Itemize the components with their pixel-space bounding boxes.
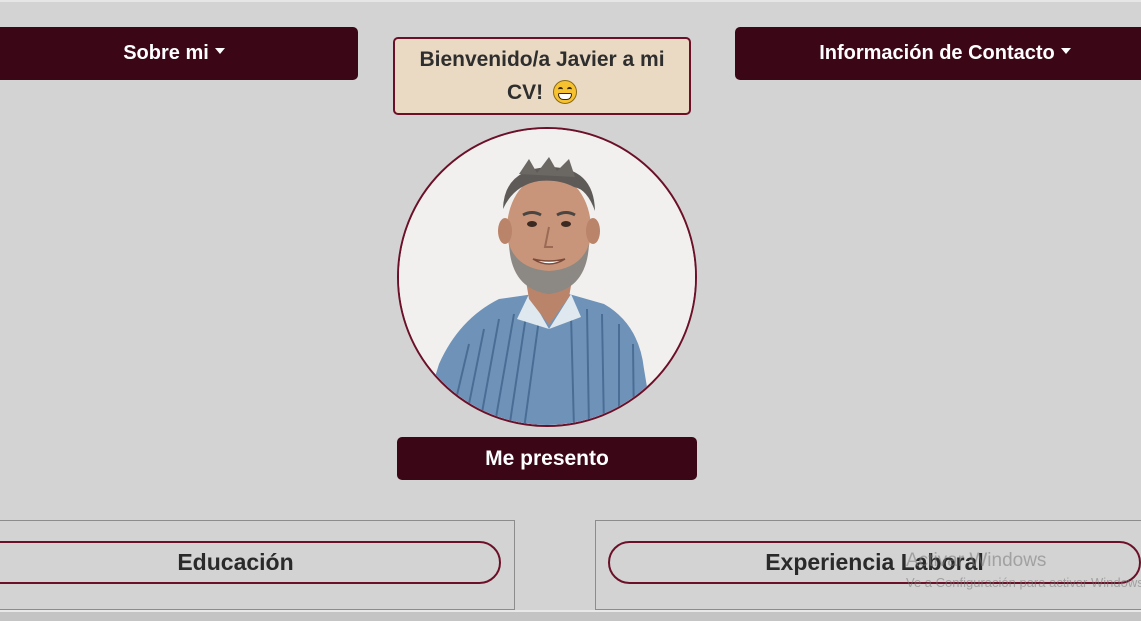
watermark-title: Activar Windows <box>906 550 1047 571</box>
profile-photo <box>397 127 697 427</box>
windows-activation-watermark: Activar Windows Ve a Configuración para … <box>906 550 1141 594</box>
welcome-text: Bienvenido/a Javier a mi CV! <box>419 48 665 104</box>
caret-down-icon <box>1060 47 1071 54</box>
welcome-banner: Bienvenido/a Javier a mi CV! <box>393 37 691 115</box>
horizontal-scrollbar[interactable] <box>0 610 1141 621</box>
contact-dropdown-button[interactable]: Información de Contacto <box>735 27 1141 80</box>
grinning-face-icon <box>553 80 577 104</box>
present-button[interactable]: Me presento <box>397 437 697 480</box>
education-toggle-button[interactable]: Educación <box>0 541 501 584</box>
profile-photo-image <box>399 129 695 425</box>
top-border <box>0 0 1141 2</box>
watermark-subtitle: Ve a Configuración para activar Windows. <box>906 575 1141 590</box>
caret-down-icon <box>214 47 225 54</box>
contact-dropdown-label: Información de Contacto <box>819 42 1055 64</box>
about-dropdown-button[interactable]: Sobre mi <box>0 27 358 80</box>
about-dropdown-label: Sobre mi <box>123 42 209 64</box>
